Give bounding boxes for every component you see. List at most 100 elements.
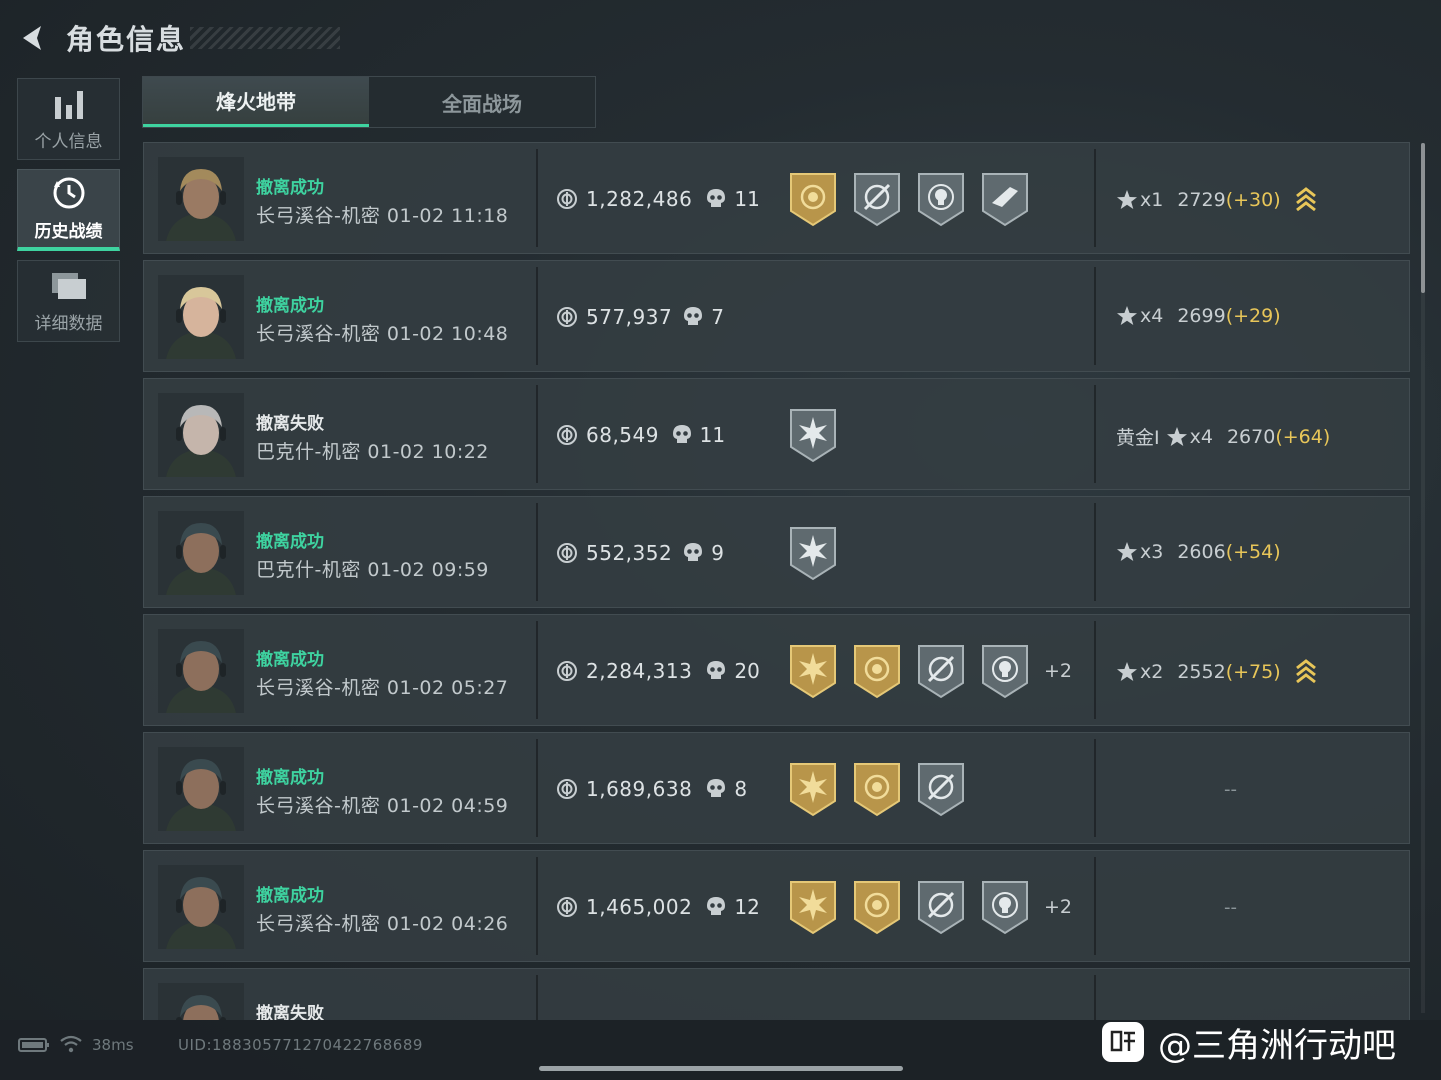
rank-score: 2699 <box>1177 305 1226 327</box>
title-decoration <box>190 27 341 49</box>
page-title: 角色信息 <box>66 23 187 56</box>
mode-tabs: 烽火地带 全面战场 <box>142 76 596 128</box>
silver-crosshair-badge-icon[interactable] <box>916 761 966 817</box>
extraction-status: 撤离失败 <box>256 1004 324 1020</box>
silver-crosshair-badge-icon[interactable] <box>916 643 966 699</box>
column-divider <box>1094 739 1096 837</box>
gold-burst-badge-icon[interactable] <box>788 643 838 699</box>
back-arrow-icon[interactable] <box>14 20 50 56</box>
column-divider <box>1094 503 1096 601</box>
rank-score: 2670 <box>1226 425 1276 448</box>
rank-empty: -- <box>1224 779 1237 800</box>
rank-change: x2 2552 (+75) <box>1116 659 1317 685</box>
gold-shield-badge-icon[interactable] <box>852 643 902 699</box>
star-icon <box>1116 661 1138 683</box>
bar-chart-icon <box>54 90 83 119</box>
rank-up-chevron-icon <box>1295 187 1317 213</box>
kill-count: 12 <box>734 895 760 919</box>
silver-skull-badge-icon[interactable] <box>980 879 1030 935</box>
ping-readout: 38ms <box>92 1036 134 1054</box>
tab-hazard-zone[interactable]: 烽火地带 <box>143 77 369 127</box>
scrollbar[interactable] <box>1421 143 1425 1013</box>
badge-list <box>788 761 980 817</box>
rank-change: 黄金I x4 2670 (+64) <box>1116 423 1330 450</box>
star-icon <box>1116 189 1138 211</box>
match-row[interactable]: 撤离成功 长弓溪谷-机密 01-02 10:48 577,937 7 x4 26… <box>143 260 1410 372</box>
rank-empty: -- <box>1224 897 1237 918</box>
home-indicator[interactable] <box>539 1066 903 1071</box>
match-row[interactable]: 撤离失败 <box>143 968 1410 1020</box>
silver-burst-badge-icon[interactable] <box>788 525 838 581</box>
tieba-logo-icon <box>1102 1022 1144 1062</box>
extraction-status: 撤离成功 <box>256 650 324 670</box>
column-divider <box>536 621 538 719</box>
silver-skull-badge-icon[interactable] <box>980 643 1030 699</box>
operator-avatar <box>158 983 244 1020</box>
rank-delta: (+29) <box>1225 305 1281 327</box>
tab-full-battlefield[interactable]: 全面战场 <box>369 77 595 127</box>
column-divider <box>536 267 538 365</box>
silver-crosshair-badge-icon[interactable] <box>852 171 902 227</box>
rank-change: x4 2699 (+29) <box>1116 305 1281 327</box>
rank-up-chevron-icon <box>1295 659 1317 685</box>
map-and-time: 长弓溪谷-机密 01-02 04:26 <box>256 913 509 935</box>
sidebar-item-label: 详细数据 <box>34 313 103 334</box>
rank-score: 2552 <box>1177 661 1226 683</box>
match-row[interactable]: 撤离成功 长弓溪谷-机密 01-02 04:26 1,465,002 12 +2… <box>143 850 1410 962</box>
star-icon <box>1166 426 1188 448</box>
operator-avatar <box>158 747 244 831</box>
operator-avatar <box>158 629 244 713</box>
column-divider <box>536 975 538 1020</box>
match-row[interactable]: 撤离成功 长弓溪谷-机密 01-02 04:59 1,689,638 8 -- <box>143 732 1410 844</box>
kills-skull-icon <box>706 660 726 686</box>
map-and-time: 长弓溪谷-机密 01-02 11:18 <box>256 205 509 227</box>
rank-change: x1 2729 (+30) <box>1116 187 1317 213</box>
match-row[interactable]: 撤离成功 长弓溪谷-机密 01-02 05:27 2,284,313 20 +2… <box>143 614 1410 726</box>
silver-skull-badge-icon[interactable] <box>916 171 966 227</box>
star-multiplier: x2 <box>1140 661 1164 683</box>
silver-weapon-badge-icon[interactable] <box>980 171 1030 227</box>
rank-delta: (+54) <box>1225 541 1281 563</box>
gold-burst-badge-icon[interactable] <box>788 761 838 817</box>
star-multiplier: x4 <box>1189 425 1213 448</box>
sidebar-item-personal-info[interactable]: 个人信息 <box>17 78 120 160</box>
match-history-list[interactable]: 撤离成功 长弓溪谷-机密 01-02 11:18 1,282,486 11 x1… <box>143 142 1410 1020</box>
currency-icon <box>556 306 578 332</box>
more-badges-count[interactable]: +2 <box>1044 660 1072 682</box>
sidebar-item-label: 历史战绩 <box>34 222 103 242</box>
kill-count: 11 <box>734 187 760 211</box>
match-row[interactable]: 撤离成功 巴克什-机密 01-02 09:59 552,352 9 x3 260… <box>143 496 1410 608</box>
silver-burst-badge-icon[interactable] <box>788 407 838 463</box>
match-row[interactable]: 撤离成功 长弓溪谷-机密 01-02 11:18 1,282,486 11 x1… <box>143 142 1410 254</box>
kills-skull-icon <box>683 542 703 568</box>
silver-crosshair-badge-icon[interactable] <box>916 879 966 935</box>
star-multiplier: x1 <box>1140 189 1164 211</box>
money-value: 1,465,002 <box>586 895 693 919</box>
gold-shield-badge-icon[interactable] <box>852 761 902 817</box>
extraction-status: 撤离失败 <box>256 414 324 434</box>
gold-shield-badge-icon[interactable] <box>852 879 902 935</box>
gold-shield-badge-icon[interactable] <box>788 171 838 227</box>
column-divider <box>1094 857 1096 955</box>
watermark-text: @三角洲行动吧 <box>1158 1025 1396 1066</box>
star-multiplier: x3 <box>1140 541 1164 563</box>
more-badges-count[interactable]: +2 <box>1044 896 1072 918</box>
money-value: 1,689,638 <box>586 777 693 801</box>
money-value: 1,282,486 <box>586 187 693 211</box>
map-and-time: 长弓溪谷-机密 01-02 10:48 <box>256 323 509 345</box>
badge-list <box>788 407 852 463</box>
sidebar-item-history[interactable]: 历史战绩 <box>17 169 120 251</box>
scrollbar-thumb[interactable] <box>1421 143 1425 293</box>
user-uid: UID:188305771270422768689 <box>178 1036 423 1054</box>
sidebar-item-detailed-data[interactable]: 详细数据 <box>17 260 120 342</box>
column-divider <box>536 857 538 955</box>
star-multiplier: x4 <box>1140 305 1164 327</box>
badge-list <box>788 525 852 581</box>
extraction-status: 撤离成功 <box>256 178 324 198</box>
gold-burst-badge-icon[interactable] <box>788 879 838 935</box>
badge-list <box>788 171 1044 227</box>
match-row[interactable]: 撤离失败 巴克什-机密 01-02 10:22 68,549 11 黄金I x4… <box>143 378 1410 490</box>
map-and-time: 长弓溪谷-机密 01-02 04:59 <box>256 795 509 817</box>
kill-count: 7 <box>711 305 724 329</box>
rank-change: x3 2606 (+54) <box>1116 541 1281 563</box>
